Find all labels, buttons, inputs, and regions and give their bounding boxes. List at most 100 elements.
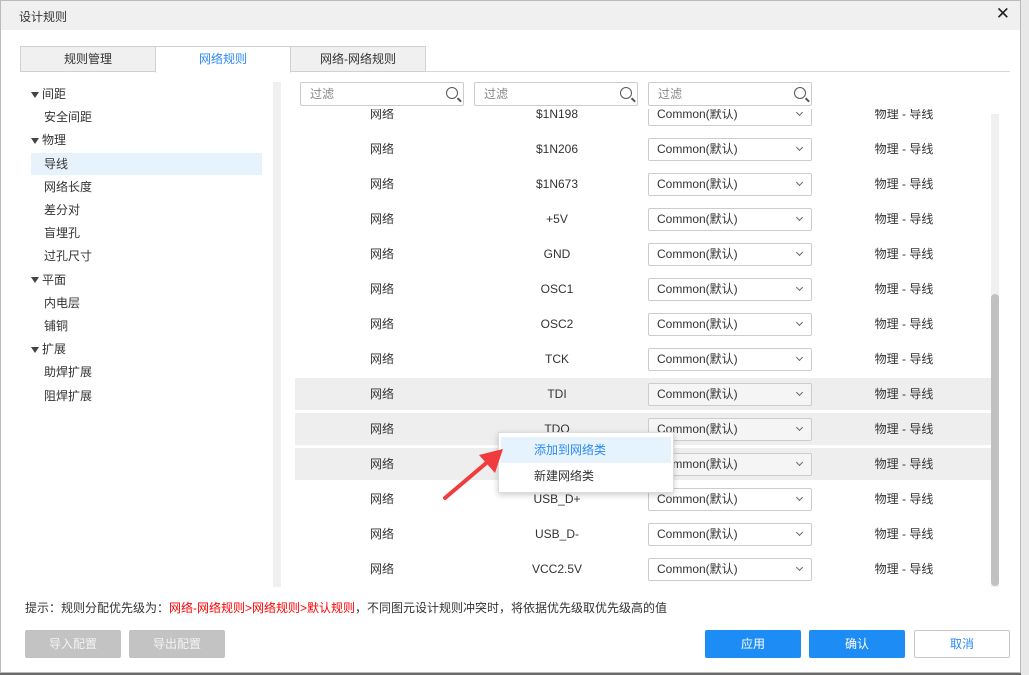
rule-select-value: Common(默认) [657, 142, 738, 156]
filter-rule-input[interactable] [658, 83, 788, 105]
confirm-button[interactable]: 确认 [809, 630, 905, 658]
caret-down-icon[interactable] [31, 91, 39, 98]
chevron-down-icon[interactable] [795, 388, 804, 397]
table-row[interactable]: 网络 USB_D- Common(默认) 物理 - 导线 [295, 518, 991, 550]
chevron-down-icon[interactable] [795, 528, 804, 537]
table-row[interactable]: 网络 $1N206 Common(默认) 物理 - 导线 [295, 133, 991, 165]
tree-item[interactable]: 盲埋孔 [31, 222, 262, 244]
tree-item[interactable]: 内电层 [31, 292, 262, 314]
menu-item-new-net-class[interactable]: 新建网络类 [501, 463, 671, 489]
net-name: $1N206 [535, 142, 579, 156]
rule-select[interactable]: Common(默认) [648, 208, 812, 231]
filter-type[interactable] [300, 82, 464, 106]
tree-item[interactable]: 铺铜 [31, 315, 262, 337]
table-scrollbar[interactable] [991, 114, 999, 587]
filter-name[interactable] [474, 82, 638, 106]
search-icon[interactable] [620, 87, 632, 99]
filter-type-input[interactable] [310, 83, 440, 105]
scrollbar-thumb[interactable] [991, 294, 999, 586]
rule-select[interactable]: Common(默认) [648, 278, 812, 301]
table-row[interactable]: 网络 $1N673 Common(默认) 物理 - 导线 [295, 168, 991, 200]
rule-category: 物理 - 导线 [874, 562, 934, 576]
rule-select[interactable]: Common(默认) [648, 523, 812, 546]
export-config-button[interactable]: 导出配置 [129, 630, 225, 658]
chevron-down-icon[interactable] [795, 248, 804, 257]
tree-item-label: 导线 [44, 156, 69, 171]
tree-group[interactable]: 平面 [31, 269, 262, 291]
search-icon[interactable] [446, 87, 458, 99]
chevron-down-icon[interactable] [795, 178, 804, 187]
filter-rule[interactable] [648, 82, 812, 106]
menu-item-add-to-net-class[interactable]: 添加到网络类 [501, 437, 671, 463]
tree-item-label: 扩展 [42, 342, 67, 357]
table-row[interactable]: 网络 GND Common(默认) 物理 - 导线 [295, 238, 991, 270]
rule-select-value: Common(默认) [657, 177, 738, 191]
tree-scrollbar[interactable] [273, 82, 281, 587]
rule-select-value: Common(默认) [657, 387, 738, 401]
net-name: USB_D- [534, 527, 579, 541]
rule-select[interactable]: Common(默认) [648, 348, 812, 371]
tree-group[interactable]: 扩展 [31, 338, 262, 360]
filter-name-input[interactable] [484, 83, 614, 105]
chevron-down-icon[interactable] [795, 213, 804, 222]
net-name: GND [543, 247, 571, 261]
caret-down-icon[interactable] [31, 138, 39, 145]
rule-select-value: Common(默认) [657, 492, 738, 506]
net-name: OSC1 [540, 282, 574, 296]
tree-item[interactable]: 助焊扩展 [31, 361, 262, 383]
tab-net-rules[interactable]: 网络规则 [155, 46, 291, 73]
net-type: 网络 [369, 177, 394, 191]
table-row[interactable]: 网络 VCC2.5V Common(默认) 物理 - 导线 [295, 553, 991, 585]
rule-select[interactable]: Common(默认) [648, 383, 812, 406]
context-menu: 添加到网络类 新建网络类 [498, 432, 674, 493]
rule-category: 物理 - 导线 [874, 387, 934, 401]
tree-item[interactable]: 差分对 [31, 199, 262, 221]
rule-select[interactable]: Common(默认) [648, 558, 812, 581]
rule-category: 物理 - 导线 [874, 317, 934, 331]
caret-down-icon[interactable] [31, 277, 39, 284]
chevron-down-icon[interactable] [795, 143, 804, 152]
net-name: +5V [546, 212, 568, 226]
net-type: 网络 [369, 212, 394, 226]
chevron-down-icon[interactable] [795, 318, 804, 327]
table-row[interactable]: 网络 OSC1 Common(默认) 物理 - 导线 [295, 273, 991, 305]
chevron-down-icon[interactable] [795, 563, 804, 572]
caret-down-icon[interactable] [31, 347, 39, 354]
tree-group[interactable]: 间距 [31, 83, 262, 105]
tree-group[interactable]: 物理 [31, 129, 262, 151]
tab-rule-management[interactable]: 规则管理 [20, 46, 156, 72]
rule-select[interactable]: Common(默认) [648, 173, 812, 196]
rule-select[interactable]: Common(默认) [648, 138, 812, 161]
tree-item-label: 平面 [42, 272, 67, 287]
table-row[interactable]: 网络 +5V Common(默认) 物理 - 导线 [295, 203, 991, 235]
chevron-down-icon[interactable] [795, 283, 804, 292]
dialog-title: 设计规则 [19, 10, 68, 24]
apply-button[interactable]: 应用 [705, 630, 801, 658]
search-icon[interactable] [794, 87, 806, 99]
table-row[interactable]: 网络 $1N198 Common(默认) 物理 - 导线 [295, 109, 991, 130]
rule-select[interactable]: Common(默认) [648, 313, 812, 336]
chevron-down-icon[interactable] [795, 353, 804, 362]
chevron-down-icon[interactable] [795, 423, 804, 432]
table-row[interactable]: 网络 OSC2 Common(默认) 物理 - 导线 [295, 308, 991, 340]
rule-tree: 间距安全间距 物理导线网络长度 差分对 盲埋孔 过孔尺寸平面内电层 铺铜扩展助焊扩展 阻焊扩… [21, 82, 273, 587]
chevron-down-icon[interactable] [795, 109, 804, 117]
rule-select[interactable]: Common(默认) [648, 243, 812, 266]
import-config-button[interactable]: 导入配置 [25, 630, 121, 658]
close-icon[interactable]: ✕ [996, 4, 1010, 24]
chevron-down-icon[interactable] [795, 458, 804, 467]
table-row[interactable]: 网络 TCK Common(默认) 物理 - 导线 [295, 343, 991, 375]
tree-item[interactable]: 导线 [31, 152, 262, 175]
net-type: 网络 [369, 492, 394, 506]
tree-item[interactable]: 网络长度 [31, 176, 262, 198]
table-row[interactable]: 网络 TDI Common(默认) 物理 - 导线 [295, 378, 991, 410]
tree-item-label: 间距 [42, 87, 67, 101]
rule-select[interactable]: Common(默认) [648, 109, 812, 126]
tree-item[interactable]: 安全间距 [31, 106, 262, 128]
cancel-button[interactable]: 取消 [914, 630, 1010, 658]
tree-item[interactable]: 阻焊扩展 [31, 385, 262, 407]
rule-category: 物理 - 导线 [874, 422, 934, 436]
chevron-down-icon[interactable] [795, 493, 804, 502]
tab-net-net-rules[interactable]: 网络-网络规则 [290, 46, 426, 72]
tree-item[interactable]: 过孔尺寸 [31, 245, 262, 267]
